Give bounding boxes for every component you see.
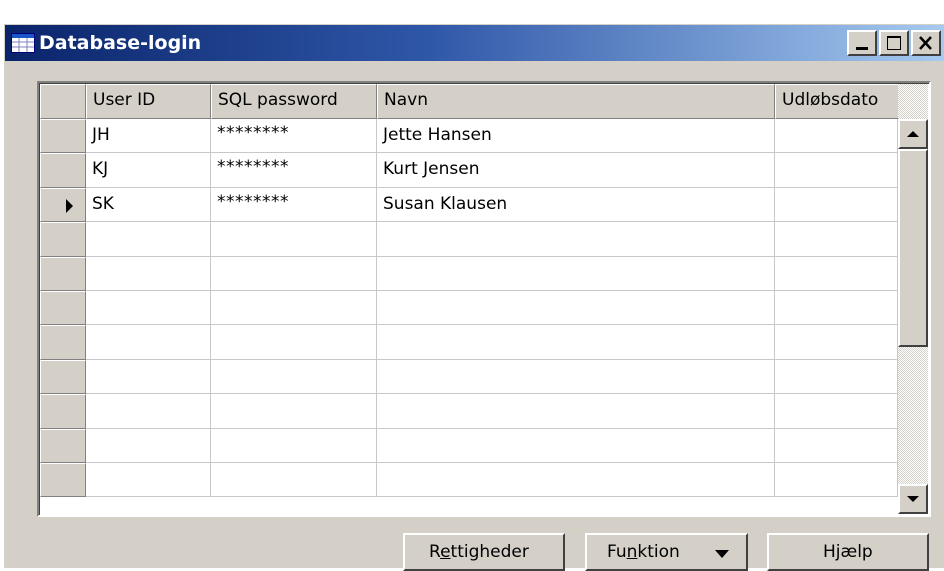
column-header-user-id[interactable]: User ID <box>86 84 211 119</box>
rettigheder-button[interactable]: Rettigheder <box>403 533 565 571</box>
database-login-window: Database-login User ID SQL password Navn… <box>4 24 944 571</box>
empty-cell[interactable] <box>211 325 377 360</box>
row-selector[interactable] <box>40 222 86 257</box>
users-grid: User ID SQL password Navn Udløbsdato JH *… <box>37 81 931 517</box>
triangle-down-icon <box>715 550 729 558</box>
title-bar[interactable]: Database-login <box>5 25 944 61</box>
empty-cell[interactable] <box>211 429 377 463</box>
arrow-down-icon <box>907 496 919 502</box>
maximize-button[interactable] <box>879 30 909 56</box>
empty-cell[interactable] <box>211 394 377 429</box>
row-selector[interactable] <box>40 119 86 153</box>
window-title: Database-login <box>39 32 202 54</box>
empty-cell[interactable] <box>211 360 377 394</box>
row-selector[interactable] <box>40 325 86 360</box>
cell-navn[interactable]: Susan Klausen <box>377 188 775 222</box>
minimize-icon <box>856 47 868 50</box>
empty-cell[interactable] <box>775 429 898 463</box>
scroll-down-button[interactable] <box>898 484 928 514</box>
empty-cell[interactable] <box>775 257 898 291</box>
row-selector[interactable] <box>40 291 86 325</box>
row-selector[interactable] <box>40 153 86 188</box>
minimize-button[interactable] <box>847 30 877 56</box>
cell-navn[interactable]: Kurt Jensen <box>377 153 775 188</box>
empty-cell[interactable] <box>377 257 775 291</box>
row-selector[interactable] <box>40 257 86 291</box>
table-grid-icon <box>11 33 35 53</box>
empty-cell[interactable] <box>377 291 775 325</box>
column-header-udlobsdato[interactable]: Udløbsdato <box>775 84 900 119</box>
hjaelp-button[interactable]: Hjælp <box>767 533 929 571</box>
empty-cell[interactable] <box>377 463 775 497</box>
cell-sql-password[interactable]: ******** <box>211 153 377 188</box>
scroll-up-button[interactable] <box>898 119 928 149</box>
row-selector[interactable] <box>40 394 86 429</box>
cell-user-id[interactable]: JH <box>86 119 211 153</box>
cell-udlobsdato[interactable] <box>775 153 898 188</box>
arrow-up-icon <box>907 131 919 137</box>
empty-cell[interactable] <box>86 360 211 394</box>
empty-cell[interactable] <box>86 257 211 291</box>
empty-cell[interactable] <box>211 463 377 497</box>
close-button[interactable] <box>911 30 941 56</box>
corner-header[interactable] <box>40 84 86 119</box>
empty-cell[interactable] <box>211 257 377 291</box>
empty-cell[interactable] <box>377 394 775 429</box>
cell-user-id[interactable]: SK <box>86 188 211 222</box>
empty-cell[interactable] <box>377 325 775 360</box>
cell-sql-password[interactable]: ******** <box>211 188 377 222</box>
row-selector[interactable] <box>40 360 86 394</box>
row-selector[interactable] <box>40 463 86 497</box>
empty-cell[interactable] <box>775 222 898 257</box>
empty-cell[interactable] <box>377 222 775 257</box>
empty-cell[interactable] <box>377 360 775 394</box>
column-header-navn[interactable]: Navn <box>377 84 775 119</box>
cell-user-id[interactable]: KJ <box>86 153 211 188</box>
empty-cell[interactable] <box>377 429 775 463</box>
row-selector[interactable] <box>40 429 86 463</box>
empty-cell[interactable] <box>775 325 898 360</box>
empty-cell[interactable] <box>211 291 377 325</box>
empty-cell[interactable] <box>86 394 211 429</box>
empty-cell[interactable] <box>775 291 898 325</box>
cell-navn[interactable]: Jette Hansen <box>377 119 775 153</box>
vertical-scrollbar[interactable] <box>898 84 928 514</box>
funktion-button[interactable]: Funktion <box>585 533 748 571</box>
close-icon <box>919 36 932 50</box>
scroll-thumb[interactable] <box>898 149 928 347</box>
row-selector[interactable] <box>40 188 86 222</box>
empty-cell[interactable] <box>775 360 898 394</box>
empty-cell[interactable] <box>211 222 377 257</box>
empty-cell[interactable] <box>86 291 211 325</box>
empty-cell[interactable] <box>86 325 211 360</box>
cell-udlobsdato[interactable] <box>775 188 898 222</box>
empty-cell[interactable] <box>86 429 211 463</box>
maximize-icon <box>887 36 901 50</box>
empty-cell[interactable] <box>775 463 898 497</box>
empty-cell[interactable] <box>86 463 211 497</box>
empty-cell[interactable] <box>775 394 898 429</box>
grid-body: User ID SQL password Navn Udløbsdato JH *… <box>39 83 929 515</box>
cell-udlobsdato[interactable] <box>775 119 898 153</box>
cell-sql-password[interactable]: ******** <box>211 119 377 153</box>
column-header-sql-password[interactable]: SQL password <box>211 84 377 119</box>
current-row-arrow-icon <box>66 199 73 213</box>
empty-cell[interactable] <box>86 222 211 257</box>
